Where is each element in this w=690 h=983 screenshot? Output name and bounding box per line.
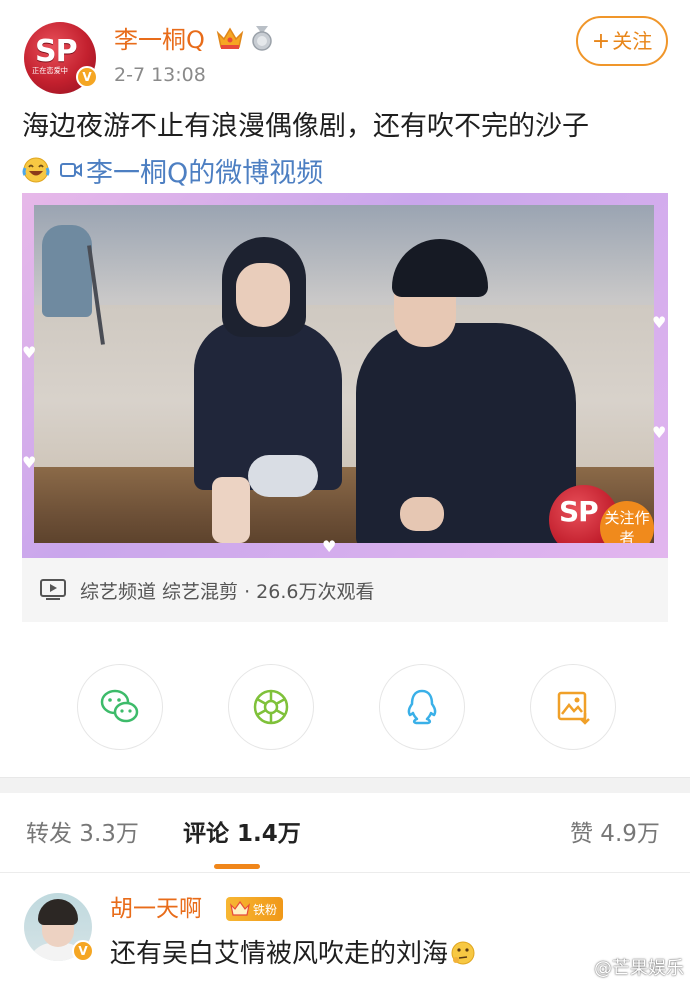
follow-label: 关注 bbox=[612, 29, 653, 53]
person-right-hands bbox=[400, 497, 444, 531]
video-link[interactable]: 李一桐Q的微博视频 bbox=[22, 150, 323, 190]
tab-repost[interactable]: 转发 3.3万 bbox=[26, 816, 139, 852]
vip-crown-icon bbox=[216, 27, 244, 49]
heart-icon: ♥ bbox=[652, 423, 667, 442]
video-player[interactable]: SP 关注作者 ♥ ♥ ♥ ♥ ♥ bbox=[22, 193, 668, 558]
video-meta-text: 综艺频道 综艺混剪 · 26.6万次观看 bbox=[80, 580, 375, 603]
background-crew bbox=[42, 225, 92, 317]
video-play-icon bbox=[40, 579, 66, 600]
thinking-emoji-icon bbox=[451, 941, 475, 965]
heart-icon: ♥ bbox=[22, 453, 37, 472]
video-thumbnail: SP 关注作者 bbox=[34, 205, 654, 543]
post-time: 2-7 13:08 bbox=[114, 64, 206, 86]
qq-icon bbox=[407, 689, 437, 725]
fan-crown-icon bbox=[230, 901, 250, 916]
laugh-cry-emoji-icon bbox=[22, 157, 50, 183]
avatar-logo-text: SP bbox=[35, 34, 78, 69]
author-name[interactable]: 李一桐Q bbox=[114, 24, 205, 56]
active-tab-indicator bbox=[214, 864, 260, 869]
video-meta-bar[interactable]: 综艺频道 综艺混剪 · 26.6万次观看 bbox=[22, 558, 668, 622]
tab-comment[interactable]: 评论 1.4万 bbox=[183, 816, 301, 852]
heart-icon: ♥ bbox=[322, 537, 337, 556]
verified-badge-icon: V bbox=[76, 66, 98, 88]
person-left-face bbox=[236, 263, 290, 327]
fan-badge: 铁粉 bbox=[226, 897, 284, 921]
tab-like[interactable]: 赞 4.9万 bbox=[570, 816, 660, 852]
share-wechat-button[interactable] bbox=[77, 664, 163, 750]
save-image-icon bbox=[557, 691, 590, 725]
person-left-leg bbox=[212, 477, 250, 543]
heart-icon: ♥ bbox=[652, 313, 667, 332]
person-left-knee bbox=[248, 455, 318, 497]
section-divider bbox=[0, 777, 690, 793]
watermark-text: @芒果娱乐 bbox=[594, 958, 684, 979]
plus-icon: + bbox=[591, 29, 611, 54]
video-camera-icon bbox=[60, 163, 82, 177]
moments-icon bbox=[253, 689, 289, 725]
person-right-body bbox=[356, 323, 576, 543]
weibo-logo-icon bbox=[566, 959, 588, 976]
post-text: 海边夜游不止有浪漫偶像剧，还有吹不完的沙子 bbox=[22, 111, 589, 142]
avatar-subtext: 正在恋爱中 bbox=[32, 66, 68, 75]
commenter-name[interactable]: 胡一天啊 bbox=[110, 892, 202, 926]
heart-icon: ♥ bbox=[22, 343, 37, 362]
save-image-button[interactable] bbox=[530, 664, 616, 750]
video-link-text: 李一桐Q的微博视频 bbox=[86, 157, 324, 189]
wechat-icon bbox=[100, 689, 139, 723]
person-right-cap bbox=[392, 239, 488, 297]
share-moments-button[interactable] bbox=[228, 664, 314, 750]
fan-badge-label: 铁粉 bbox=[253, 902, 278, 917]
watermark: @芒果娱乐 bbox=[566, 954, 684, 980]
share-qq-button[interactable] bbox=[379, 664, 465, 750]
tabs-divider bbox=[0, 872, 690, 873]
comment-text: 还有吴白艾情被风吹走的刘海 bbox=[110, 936, 476, 972]
follow-button[interactable]: + 关注 bbox=[576, 16, 668, 66]
commenter-verified-icon: V bbox=[72, 940, 94, 962]
comment-text-content: 还有吴白艾情被风吹走的刘海 bbox=[110, 939, 449, 969]
medal-icon bbox=[252, 26, 272, 51]
